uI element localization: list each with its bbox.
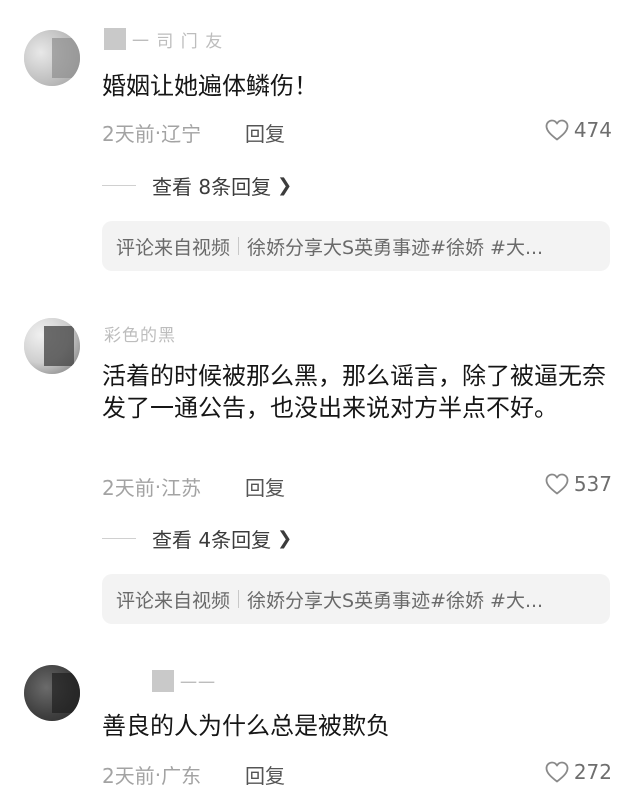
comment-location: 江苏	[161, 476, 202, 500]
like-button[interactable]: 474	[544, 118, 612, 142]
view-replies-label: 查看 4条回复	[152, 528, 272, 552]
like-count: 537	[573, 472, 612, 496]
username[interactable]: 一 司 门 友	[104, 28, 224, 52]
comment-time: 2天前	[102, 476, 155, 500]
source-label: 评论来自视频	[116, 236, 231, 259]
chevron-right-icon: ❯	[277, 175, 293, 196]
comment-location: 广东	[161, 764, 202, 788]
comment-text: 婚姻让她遍体鳞伤！	[102, 72, 318, 100]
source-video-link[interactable]: 评论来自视频 徐娇分享大S英勇事迹#徐娇 #大...	[102, 574, 610, 624]
comment-meta: 2天前 · 广东	[102, 760, 201, 789]
heart-outline-icon	[545, 119, 569, 141]
username-text: 一一	[180, 673, 216, 694]
reply-button[interactable]: 回复	[245, 118, 285, 147]
like-button[interactable]: 537	[544, 472, 612, 496]
username-text: 一 司 门 友	[132, 31, 224, 52]
heart-outline-icon	[545, 473, 569, 495]
separator	[238, 237, 240, 255]
comment-meta: 2天前 · 辽宁	[102, 118, 201, 147]
view-replies-button[interactable]: 查看 4条回复 ❯	[102, 524, 292, 553]
source-label: 评论来自视频	[116, 589, 231, 612]
comment-text: 活着的时候被那么黑，那么谣言，除了被逼无奈发了一通公告，也没出来说对方半点不好。	[102, 362, 606, 422]
comment-time: 2天前	[102, 122, 155, 146]
reply-button[interactable]: 回复	[245, 472, 285, 501]
comment-location: 辽宁	[161, 122, 202, 146]
divider-line	[102, 538, 136, 539]
source-video-link[interactable]: 评论来自视频 徐娇分享大S英勇事迹#徐娇 #大...	[102, 221, 610, 271]
separator	[238, 590, 240, 608]
username-mosaic	[152, 670, 174, 692]
view-replies-button[interactable]: 查看 8条回复 ❯	[102, 171, 292, 200]
like-button[interactable]: 272	[544, 760, 612, 784]
source-topic: 徐娇分享大S英勇事迹#徐娇 #大...	[247, 236, 544, 259]
username-text: 彩色的黑	[104, 325, 176, 346]
heart-outline-icon	[545, 761, 569, 783]
comment-text: 善良的人为什么总是被欺负	[102, 712, 390, 740]
like-count: 272	[573, 760, 612, 784]
like-count: 474	[573, 118, 612, 142]
comment-meta: 2天前 · 江苏	[102, 472, 201, 501]
avatar[interactable]	[24, 30, 80, 86]
username-mosaic	[104, 28, 126, 50]
reply-button[interactable]: 回复	[245, 760, 285, 789]
avatar[interactable]	[24, 665, 80, 721]
chevron-right-icon: ❯	[277, 528, 293, 549]
avatar[interactable]	[24, 318, 80, 374]
username[interactable]: 一一	[104, 670, 216, 694]
source-topic: 徐娇分享大S英勇事迹#徐娇 #大...	[247, 589, 544, 612]
divider-line	[102, 185, 136, 186]
comment-time: 2天前	[102, 764, 155, 788]
view-replies-label: 查看 8条回复	[152, 175, 272, 199]
username[interactable]: 彩色的黑	[104, 322, 176, 346]
